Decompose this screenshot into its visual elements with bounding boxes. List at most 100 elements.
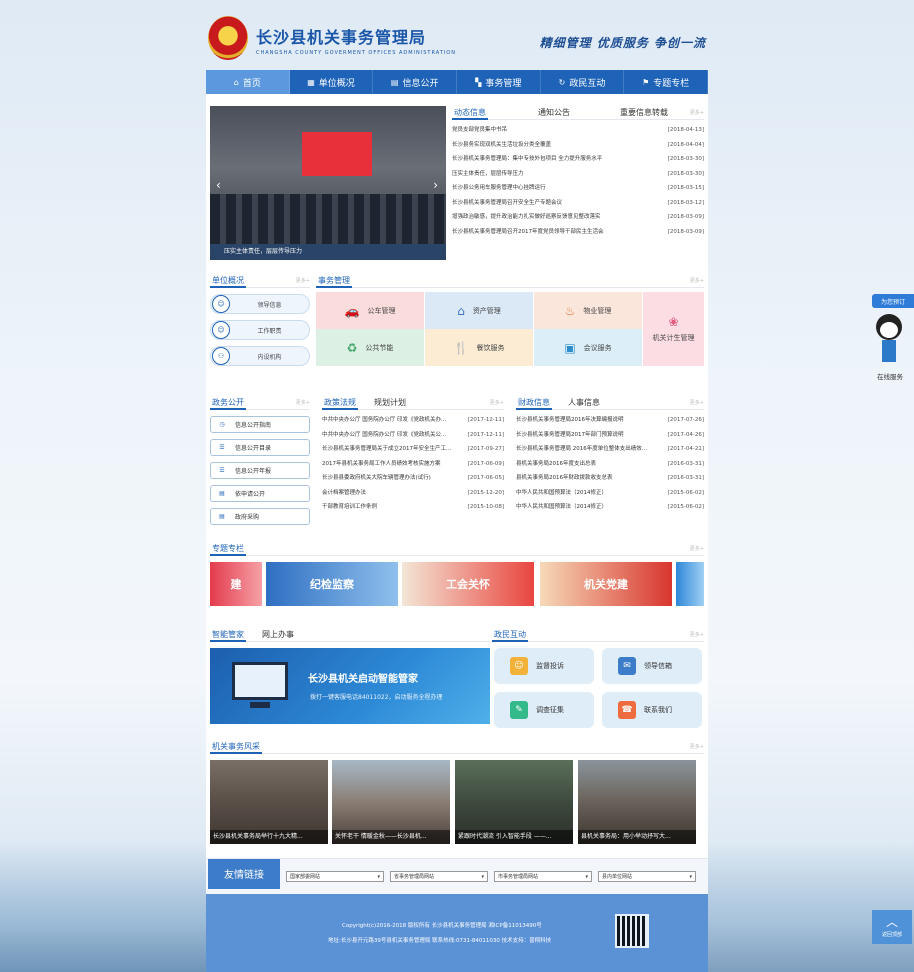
photo-card[interactable]: 紧跟时代潮流 引入智能手段 ——... [455, 760, 573, 844]
nav-unit[interactable]: ▦ 单位概况 [290, 70, 374, 94]
list-item[interactable]: 中共中央办公厅 国务院办公厅 印发《党政机关办... [2017-12-11] [322, 413, 504, 428]
list-item-title[interactable]: 长沙县机关事务管理局关于成立2017年安全生产工... [322, 442, 451, 457]
list-item[interactable]: 长沙县机关事务管理局：集中专技外包项目 全力提升服务水平 [2018-03-30] [452, 152, 704, 167]
unit-org-button[interactable]: ⚇ 内设机构 [210, 346, 310, 366]
list-item-title[interactable]: 县机关事务局2016年财政拨款收支总表 [516, 471, 613, 486]
slide-prev-icon[interactable]: ‹ [216, 178, 221, 192]
slide-caption[interactable]: 压实主体责任，层层传导压力 [210, 244, 446, 260]
list-item[interactable]: 干部教育培训工作条例 [2015-10-08] [322, 500, 504, 515]
list-item[interactable]: 长沙县机关事务管理局 2016年度单位整体支出绩效... [2017-04-21] [516, 442, 704, 457]
list-item[interactable]: 党员支部党员集中书吊 [2018-04-13] [452, 123, 704, 138]
banner-discipline[interactable]: 纪检监察 [266, 562, 398, 606]
list-item-title[interactable]: 压实主体责任，层层传导压力 [452, 167, 524, 182]
list-item[interactable]: 长沙县公务用车服务管理中心挂牌运行 [2018-03-15] [452, 181, 704, 196]
slide-next-icon[interactable]: › [433, 178, 438, 192]
gov-guide-button[interactable]: ◷ 信息公开指南 [210, 416, 310, 433]
link-select-county[interactable]: 县内单位网站 ▾ [598, 871, 696, 882]
list-item-title[interactable]: 长沙县务实现双机关生活垃圾分类全覆盖 [452, 138, 551, 153]
gov-procurement-button[interactable]: ▤ 政府采购 [210, 508, 310, 525]
photo-card[interactable]: 长沙县机关事务局举行十九大精... [210, 760, 328, 844]
list-item[interactable]: 中华人民共和国预算法（2014修正） [2015-06-02] [516, 486, 704, 501]
list-item[interactable]: 长沙县机关事务管理局召开安全生产专题会议 [2018-03-12] [452, 196, 704, 211]
policy-more-link[interactable]: 更多+ [490, 399, 504, 406]
list-item-title[interactable]: 长沙县机关事务管理局2016年决算编报说明 [516, 413, 624, 428]
list-item[interactable]: 长沙县机关事务管理局关于成立2017年安全生产工... [2017-09-27] [322, 442, 504, 457]
nav-interaction[interactable]: ↻ 政民互动 [541, 70, 625, 94]
list-item-title[interactable]: 长沙县机关事务管理局 2016年度单位整体支出绩效... [516, 442, 647, 457]
tab-notice[interactable]: 通知公告 [538, 107, 570, 118]
mailbox-button[interactable]: ✉ 领导信箱 [602, 648, 702, 684]
tab-personnel[interactable]: 人事信息 [568, 397, 600, 408]
consult-button[interactable]: 为您预订 [872, 294, 914, 308]
site-title[interactable]: 长沙县机关事务管理局 [256, 24, 426, 48]
contact-button[interactable]: ☎ 联系我们 [602, 692, 702, 728]
gov-more-link[interactable]: 更多+ [296, 399, 310, 406]
photo-card[interactable]: 关怀老干 情暖金秋——长沙县机... [332, 760, 450, 844]
unit-more-link[interactable]: 更多+ [296, 277, 310, 284]
service-property[interactable]: ♨ 物业管理 [534, 292, 642, 329]
banner-party[interactable]: 机关党建 [540, 562, 672, 606]
list-item-title[interactable]: 长沙县机关事务管理局召开安全生产专题会议 [452, 196, 562, 211]
list-item[interactable]: 增强政治敏感，提升政治能力扎实做好巡察反馈意见整改落实 [2018-03-09] [452, 210, 704, 225]
service-meeting[interactable]: ▣ 会议服务 [534, 329, 642, 366]
list-item-title[interactable]: 干部教育培训工作条例 [322, 500, 377, 515]
list-item[interactable]: 压实主体责任，层层传导压力 [2018-03-30] [452, 167, 704, 182]
tab-plan[interactable]: 规划计划 [374, 397, 406, 408]
tab-online[interactable]: 网上办事 [262, 629, 294, 640]
list-item-title[interactable]: 长沙县机关事务管理局召开2017年度党员领导干部民主生活会 [452, 225, 604, 240]
list-item-title[interactable]: 中华人民共和国预算法（2014修正） [516, 500, 607, 515]
service-avatar-icon[interactable] [870, 312, 910, 366]
list-item[interactable]: 2017年县机关事务局工作人员绩效考核实施方案 [2017-06-09] [322, 457, 504, 472]
list-item[interactable]: 县机关事务局2016年度支出总表 [2016-03-31] [516, 457, 704, 472]
photo-card[interactable]: 县机关事务局：用小举动抒写大... [578, 760, 696, 844]
list-item[interactable]: 长沙县机关事务管理局召开2017年度党员领导干部民主生活会 [2018-03-09… [452, 225, 704, 240]
list-item-title[interactable]: 长沙县县委政府机关大院车辆管理办法(试行) [322, 471, 431, 486]
services-more-link[interactable]: 更多+ [690, 277, 704, 284]
nav-special[interactable]: ⚑ 专题专栏 [624, 70, 709, 94]
news-slideshow[interactable]: ‹ › 压实主体责任，层层传导压力 [210, 106, 446, 260]
service-family-planning[interactable]: ❀ 机关计生管理 [643, 292, 704, 366]
list-item-title[interactable]: 中共中央办公厅 国务院办公厅 印发《党政机关办... [322, 413, 446, 428]
list-item[interactable]: 长沙县机关事务管理局2016年决算编报说明 [2017-07-26] [516, 413, 704, 428]
back-to-top-button[interactable]: ︿ 返回顶部 [872, 910, 912, 944]
gov-apply-button[interactable]: ▤ 依申请公开 [210, 485, 310, 502]
complaint-button[interactable]: ☺ 监督投诉 [494, 648, 594, 684]
service-energy[interactable]: ♻ 公共节能 [316, 329, 424, 366]
list-item[interactable]: 中共中央办公厅 国务院办公厅 印发《党政机关公... [2017-12-11] [322, 428, 504, 443]
banner-partial-right[interactable] [676, 562, 704, 606]
list-item[interactable]: 长沙县务实现双机关生活垃圾分类全覆盖 [2018-04-04] [452, 138, 704, 153]
tab-smart[interactable]: 智能管家 [210, 628, 246, 642]
list-item[interactable]: 中华人民共和国预算法（2014修正） [2015-06-02] [516, 500, 704, 515]
tab-finance[interactable]: 财政信息 [516, 396, 552, 410]
list-item-title[interactable]: 中共中央办公厅 国务院办公厅 印发《党政机关公... [322, 428, 446, 443]
photo-more-link[interactable]: 更多+ [690, 743, 704, 750]
news-more-link[interactable]: 更多+ [690, 109, 704, 116]
unit-duties-button[interactable]: ☺ 工作职责 [210, 320, 310, 340]
finance-more-link[interactable]: 更多+ [690, 399, 704, 406]
interaction-more-link[interactable]: 更多+ [690, 631, 704, 638]
service-catering[interactable]: 🍴 餐饮服务 [425, 329, 533, 366]
service-car[interactable]: 🚗 公车管理 [316, 292, 424, 329]
list-item-title[interactable]: 增强政治敏感，提升政治能力扎实做好巡察反馈意见整改落实 [452, 210, 601, 225]
unit-leader-button[interactable]: ☺ 领导信息 [210, 294, 310, 314]
list-item-title[interactable]: 2017年县机关事务局工作人员绩效考核实施方案 [322, 457, 441, 472]
online-service-link[interactable]: 在线服务 [872, 371, 908, 381]
nav-affairs[interactable]: ▚ 事务管理 [457, 70, 541, 94]
list-item-title[interactable]: 长沙县公务用车服务管理中心挂牌运行 [452, 181, 546, 196]
smart-banner[interactable]: 长沙县机关启动智能管家 拨打一键客服电话84011022，启动服务全程办理 [210, 648, 490, 724]
list-item[interactable]: 会计档案管理办法 [2015-12-20] [322, 486, 504, 501]
list-item-title[interactable]: 会计档案管理办法 [322, 486, 366, 501]
list-item-title[interactable]: 县机关事务局2016年度支出总表 [516, 457, 596, 472]
banner-union[interactable]: 工会关怀 [402, 562, 534, 606]
list-item-title[interactable]: 长沙县机关事务管理局：集中专技外包项目 全力提升服务水平 [452, 152, 602, 167]
list-item[interactable]: 县机关事务局2016年财政拨款收支总表 [2016-03-31] [516, 471, 704, 486]
link-select-province[interactable]: 省事务管理局网站 ▾ [390, 871, 488, 882]
list-item-title[interactable]: 中华人民共和国预算法（2014修正） [516, 486, 607, 501]
link-select-ministry[interactable]: 国家部委网站 ▾ [286, 871, 384, 882]
survey-button[interactable]: ✎ 调查征集 [494, 692, 594, 728]
special-more-link[interactable]: 更多+ [690, 545, 704, 552]
banner-partial[interactable]: 建 [210, 562, 262, 606]
list-item-title[interactable]: 长沙县机关事务管理局2017年部门预算说明 [516, 428, 624, 443]
list-item[interactable]: 长沙县机关事务管理局2017年部门预算说明 [2017-04-26] [516, 428, 704, 443]
nav-home[interactable]: ⌂ 首页 [206, 70, 290, 94]
